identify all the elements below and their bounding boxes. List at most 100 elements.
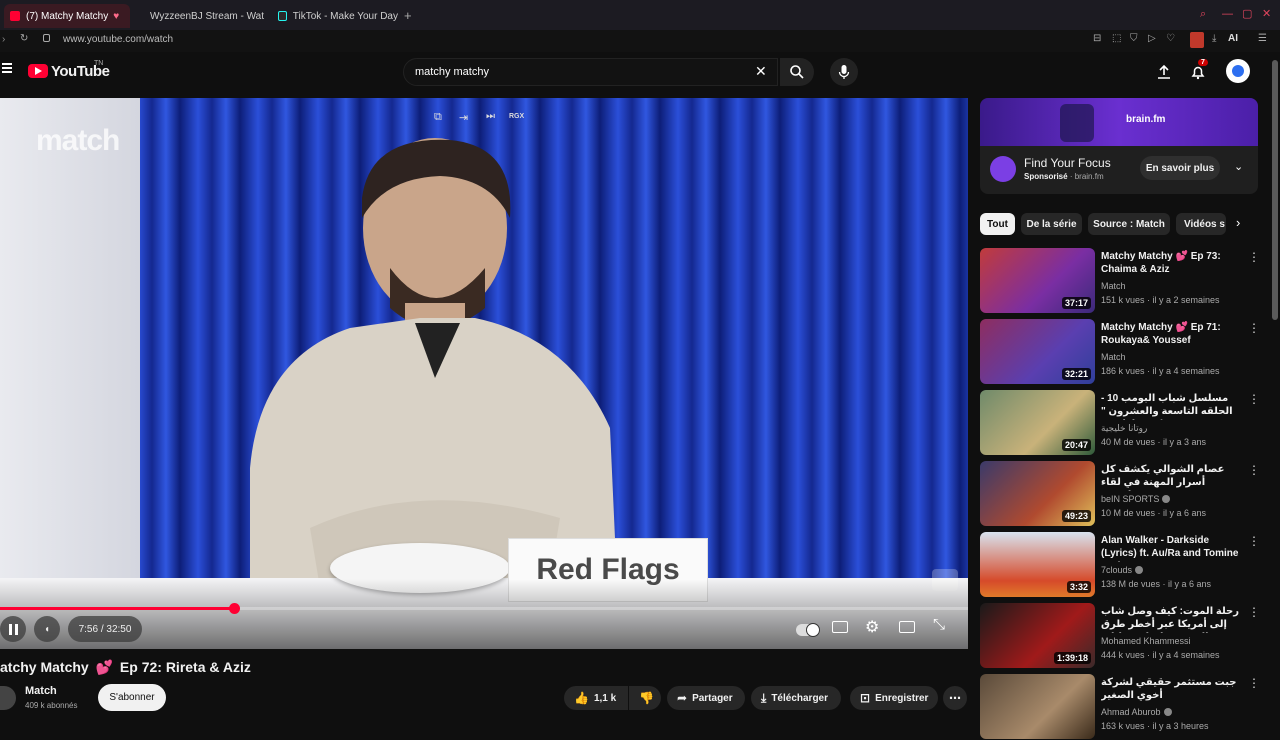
download-icon[interactable]: ⤓ xyxy=(1212,33,1216,44)
recommendation-thumbnail[interactable]: 32:21 xyxy=(980,319,1095,384)
new-tab-button[interactable]: + xyxy=(404,8,412,23)
recommendation-item[interactable]: 49:23 عصام الشوالي يكشف كل أسرار المهنة ف… xyxy=(980,461,1270,527)
more-vertical-icon[interactable]: ⋮ xyxy=(1248,392,1260,406)
recommendation-title[interactable]: مسلسل شباب البومب 10 - الحلقه التاسعة وا… xyxy=(1101,392,1241,420)
heart-icon[interactable]: ♡ xyxy=(1166,33,1175,44)
recommendation-channel[interactable]: Ahmad Aburob xyxy=(1101,707,1172,717)
share-button[interactable]: ➦ Partager xyxy=(667,686,745,710)
recommendation-thumbnail[interactable] xyxy=(980,674,1095,739)
autoplay-toggle[interactable] xyxy=(796,623,820,637)
extension-icon[interactable] xyxy=(1190,32,1204,48)
chevron-right-icon[interactable]: › xyxy=(1236,215,1240,230)
subscribe-button[interactable]: S'abonner xyxy=(98,684,166,711)
recommendation-item[interactable]: 37:17 Matchy Matchy 💕 Ep 73: Chaima & Azi… xyxy=(980,248,1270,314)
recommendation-channel[interactable]: Mohamed Khammessi xyxy=(1101,636,1191,646)
youtube-icon xyxy=(10,11,20,21)
recommendation-channel[interactable]: Match xyxy=(1101,352,1126,362)
video-player[interactable]: match Red Flags ⧉ ⇥ ⏭ RGX ◖ 7:56 / 32:50… xyxy=(0,98,968,649)
voice-search-button[interactable] xyxy=(830,58,858,86)
close-window-icon[interactable]: ✕ xyxy=(1262,7,1271,20)
miniplayer-icon[interactable]: ⧉ xyxy=(434,111,442,124)
recommendation-item[interactable]: 1:39:18 رحلة الموت: كيف وصل شاب إلى أمريك… xyxy=(980,603,1270,669)
bookmark-icon[interactable]: ⊟ xyxy=(1093,33,1101,44)
url-field[interactable]: www.youtube.com/watch xyxy=(63,34,173,45)
more-vertical-icon[interactable]: ⋮ xyxy=(1248,250,1260,264)
recommendation-channel[interactable]: روتانا خليجية xyxy=(1101,423,1147,434)
recommendation-thumbnail[interactable]: 37:17 xyxy=(980,248,1095,313)
avatar[interactable] xyxy=(1226,59,1250,83)
recommendation-thumbnail[interactable]: 49:23 xyxy=(980,461,1095,526)
minimize-icon[interactable]: — xyxy=(1222,8,1233,20)
next-icon[interactable]: ⏭ xyxy=(486,111,495,122)
progress-track[interactable] xyxy=(0,603,968,614)
recommendation-item[interactable]: 20:47 مسلسل شباب البومب 10 - الحلقه التاس… xyxy=(980,390,1270,456)
screenshot-icon[interactable]: ⬚ xyxy=(1112,33,1121,44)
search-input[interactable]: matchy matchy ✕ xyxy=(403,58,778,86)
chip-series[interactable]: De la série xyxy=(1021,213,1082,235)
rgx-label[interactable]: RGX xyxy=(509,113,524,120)
channel-avatar[interactable] xyxy=(0,686,16,710)
recommendation-thumbnail[interactable]: 1:39:18 xyxy=(980,603,1095,668)
save-button[interactable]: ⊡ Enregistrer xyxy=(850,686,938,710)
recommendation-item[interactable]: 3:32 Alan Walker - Darkside (Lyrics) ft. … xyxy=(980,532,1270,598)
recommendation-title[interactable]: Matchy Matchy 💕 Ep 71: Roukaya& Youssef xyxy=(1101,321,1241,347)
subtitles-icon[interactable] xyxy=(832,621,848,633)
hamburger-menu-icon[interactable] xyxy=(2,63,12,65)
like-button[interactable]: 👍 1,1 k xyxy=(564,686,628,710)
chip-source[interactable]: Source : Match xyxy=(1088,213,1170,235)
recommendation-title[interactable]: Matchy Matchy 💕 Ep 73: Chaima & Aziz xyxy=(1101,250,1241,276)
maximize-icon[interactable]: ▢ xyxy=(1242,7,1252,20)
settings-gear-icon[interactable]: ⚙ xyxy=(865,617,879,637)
channel-name[interactable]: Match xyxy=(25,685,57,697)
more-vertical-icon[interactable]: ⋮ xyxy=(1248,605,1260,619)
upload-button[interactable] xyxy=(1150,58,1178,86)
browser-tab-kick[interactable]: WyzzeenBJ Stream - Wat xyxy=(138,4,264,28)
recommendation-item[interactable]: جبت مستثمر حقيقي لشركة أخوي الصغير Ahmad … xyxy=(980,674,1270,740)
recommendation-meta: 151 k vues · il y a 2 semaines xyxy=(1101,295,1220,305)
chip-videos[interactable]: Vidéos s xyxy=(1176,213,1226,235)
pause-button[interactable] xyxy=(0,616,26,642)
recommendation-title[interactable]: Alan Walker - Darkside (Lyrics) ft. Au/R… xyxy=(1101,534,1241,562)
recommendation-channel[interactable]: Match xyxy=(1101,281,1126,291)
fullscreen-icon[interactable]: ⤡ xyxy=(933,616,945,633)
youtube-logo-icon[interactable] xyxy=(28,64,48,78)
chip-all[interactable]: Tout xyxy=(980,213,1015,235)
download-button[interactable]: ⤓ Télécharger xyxy=(751,686,841,710)
more-vertical-icon[interactable]: ⋮ xyxy=(1248,676,1260,690)
forward-icon[interactable]: › xyxy=(2,34,5,45)
more-vertical-icon[interactable]: ⋮ xyxy=(1248,463,1260,477)
recommendation-thumbnail[interactable]: 20:47 xyxy=(980,390,1095,455)
browser-tab-label: (7) Matchy Matchy xyxy=(26,10,109,22)
recommendation-item[interactable]: 32:21 Matchy Matchy 💕 Ep 71: Roukaya& You… xyxy=(980,319,1270,385)
browser-tab-youtube[interactable]: (7) Matchy Matchy ♥ xyxy=(4,4,130,28)
clear-search-icon[interactable]: ✕ xyxy=(755,63,767,80)
recommendation-channel[interactable]: 7clouds xyxy=(1101,565,1144,575)
recommendation-channel[interactable]: beIN SPORTS xyxy=(1101,494,1171,504)
chevron-down-icon[interactable]: ⌄ xyxy=(1234,160,1243,173)
ad-info[interactable]: Find Your Focus Sponsorisé · brain.fm En… xyxy=(980,146,1258,194)
more-vertical-icon[interactable]: ⋮ xyxy=(1248,321,1260,335)
recommendation-title[interactable]: رحلة الموت: كيف وصل شاب إلى أمريكا عبر أ… xyxy=(1101,605,1241,633)
recommendation-title[interactable]: جبت مستثمر حقيقي لشركة أخوي الصغير xyxy=(1101,676,1241,702)
shield-icon[interactable]: ⛉ xyxy=(1130,33,1138,44)
more-vertical-icon[interactable]: ⋮ xyxy=(1248,534,1260,548)
theater-mode-icon[interactable] xyxy=(899,621,915,633)
reload-icon[interactable]: ↻ xyxy=(20,33,28,44)
notifications-button[interactable]: 7 xyxy=(1184,58,1212,86)
dislike-button[interactable]: 👎 xyxy=(629,686,661,710)
search-tab-icon[interactable]: ⌕ xyxy=(1200,8,1206,21)
menu-icon[interactable]: ☰ xyxy=(1258,33,1267,44)
ai-label[interactable]: AI xyxy=(1228,33,1238,44)
browser-tab-tiktok[interactable]: TikTok - Make Your Day xyxy=(272,4,398,28)
cast-icon[interactable]: ⇥ xyxy=(459,111,468,124)
recommendation-thumbnail[interactable]: 3:32 xyxy=(980,532,1095,597)
more-actions-button[interactable]: ⋯ xyxy=(943,686,967,710)
volume-button[interactable]: ◖ xyxy=(34,616,60,642)
recommendation-title[interactable]: عصام الشوالي يكشف كل أسرار المهنة في لقا… xyxy=(1101,463,1241,491)
time-display: 7:56 / 32:50 xyxy=(68,616,142,642)
ad-banner[interactable]: brain.fm xyxy=(980,98,1258,146)
ad-cta-button[interactable]: En savoir plus xyxy=(1140,156,1220,180)
page-scrollbar[interactable] xyxy=(1272,60,1278,320)
search-button[interactable] xyxy=(780,58,814,86)
play-icon[interactable]: ▷ xyxy=(1148,33,1156,44)
